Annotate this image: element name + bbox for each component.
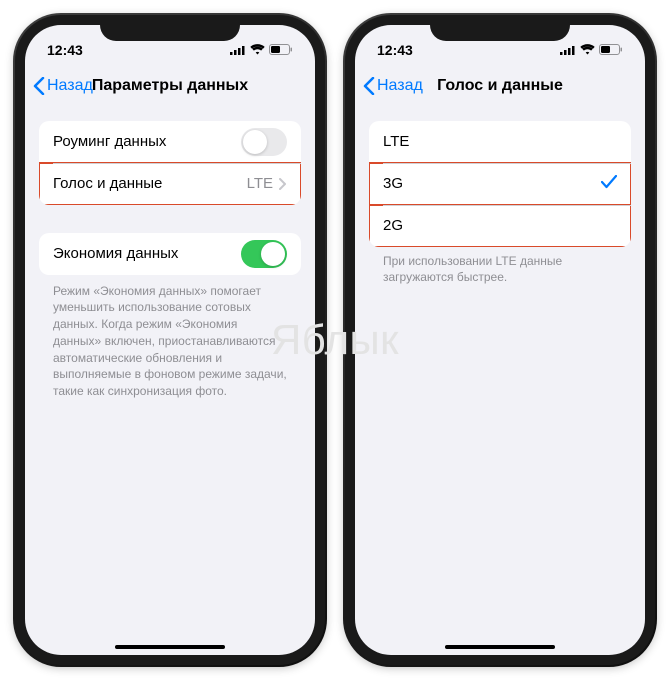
nav-bar: Назад Параметры данных [25,65,315,107]
content: Роуминг данных Голос и данные LTE Эконом… [25,107,315,655]
row-label: 3G [383,175,403,192]
phone-right: 12:43 Назад Голос и данные [345,15,655,665]
row-label: Роуминг данных [53,133,166,150]
screen-right: 12:43 Назад Голос и данные [355,25,645,655]
row-low-data-mode[interactable]: Экономия данных [39,233,301,275]
row-label: Голос и данные [53,175,162,192]
row-label: Экономия данных [53,245,178,262]
settings-group-2: Экономия данных [39,233,301,275]
back-label: Назад [47,77,93,95]
row-option-2g[interactable]: 2G [369,205,631,247]
status-time: 12:43 [377,42,413,58]
chevron-left-icon [363,77,375,95]
back-button[interactable]: Назад [33,77,93,95]
signal-icon [230,45,246,55]
row-value: LTE [247,175,273,192]
footer-text: Режим «Экономия данных» помогает уменьши… [53,283,287,401]
back-button[interactable]: Назад [363,77,423,95]
checkmark-icon [601,175,617,193]
row-label: LTE [383,133,409,150]
settings-group-1: Роуминг данных Голос и данные LTE [39,121,301,205]
phone-left: 12:43 Назад Параметры данных [15,15,325,665]
notch [100,15,240,41]
row-data-roaming[interactable]: Роуминг данных [39,121,301,163]
home-indicator[interactable] [445,645,555,649]
chevron-left-icon [33,77,45,95]
row-voice-and-data[interactable]: Голос и данные LTE [39,163,301,205]
status-time: 12:43 [47,42,83,58]
signal-icon [560,45,576,55]
toggle-low-data[interactable] [241,240,287,268]
toggle-data-roaming[interactable] [241,128,287,156]
nav-bar: Назад Голос и данные [355,65,645,107]
battery-icon [269,44,293,55]
wifi-icon [580,44,595,55]
screen-left: 12:43 Назад Параметры данных [25,25,315,655]
content: LTE 3G 2G При использовании LTE данные з… [355,107,645,655]
notch [430,15,570,41]
home-indicator[interactable] [115,645,225,649]
settings-group-options: LTE 3G 2G [369,121,631,247]
row-option-3g[interactable]: 3G [369,163,631,205]
footer-text: При использовании LTE данные загружаются… [383,253,617,287]
row-label: 2G [383,217,403,234]
battery-icon [599,44,623,55]
wifi-icon [250,44,265,55]
chevron-right-icon [279,178,287,190]
row-option-lte[interactable]: LTE [369,121,631,163]
back-label: Назад [377,77,423,95]
